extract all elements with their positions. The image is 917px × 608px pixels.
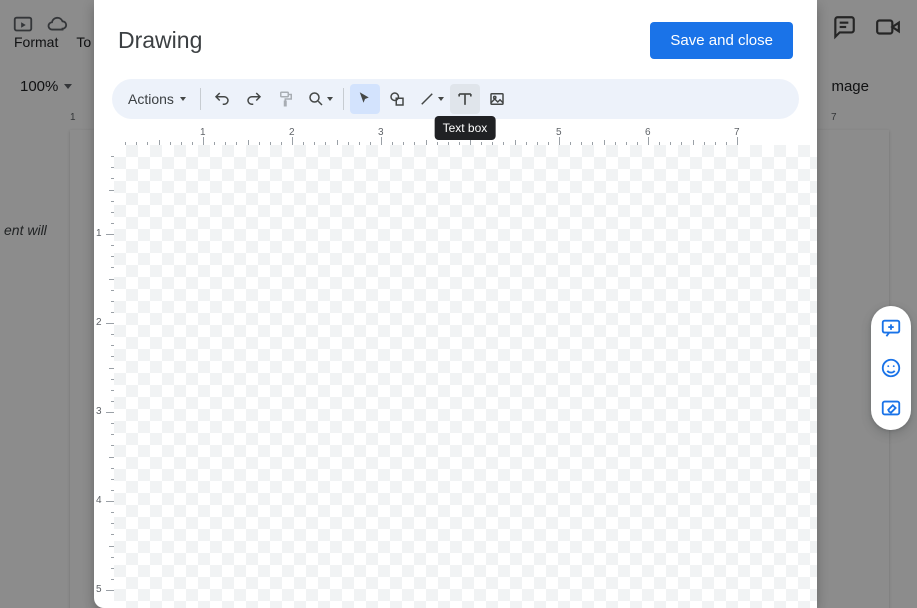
image-tool-button[interactable] [482, 84, 512, 114]
ruler-label: 7 [734, 127, 740, 138]
ruler-label: 2 [289, 127, 295, 138]
save-and-close-button[interactable]: Save and close [650, 22, 793, 59]
emoji-react-button[interactable] [877, 354, 905, 382]
modal-header: Drawing Save and close [94, 0, 817, 79]
ruler-label: 2 [96, 317, 102, 328]
caret-down-icon [327, 97, 333, 101]
zoom-dropdown[interactable]: 100% [12, 72, 80, 101]
caret-down-icon [64, 84, 72, 89]
zoom-tool-button[interactable] [303, 84, 337, 114]
line-tool-button[interactable] [414, 84, 448, 114]
toolbar-partial-text: mage [831, 78, 869, 95]
cloud-status-icon[interactable] [46, 14, 68, 36]
drawing-toolbar: Actions Text box [112, 79, 799, 119]
toolbar-separator [343, 88, 344, 110]
tooltip-text-box: Text box [435, 116, 496, 140]
ruler-label: 6 [645, 127, 651, 138]
add-comment-button[interactable] [877, 314, 905, 342]
drawing-canvas[interactable] [114, 145, 817, 608]
redo-button[interactable] [239, 84, 269, 114]
video-call-icon[interactable] [875, 14, 897, 36]
suggest-edits-button[interactable] [877, 394, 905, 422]
ruler-num: 1 [70, 112, 80, 123]
drawing-v-ruler[interactable]: 1 2 3 4 5 [94, 145, 114, 608]
side-rail [871, 306, 911, 430]
select-tool-button[interactable] [350, 84, 380, 114]
text-box-tool-button[interactable]: Text box [450, 84, 480, 114]
ruler-label: 3 [96, 406, 102, 417]
ruler-label: 3 [378, 127, 384, 138]
ruler-label: 1 [96, 228, 102, 239]
ruler-label: 5 [556, 127, 562, 138]
zoom-value: 100% [20, 78, 58, 95]
caret-down-icon [438, 97, 444, 101]
modal-title: Drawing [118, 27, 202, 54]
ruler-num: 7 [831, 112, 841, 123]
menu-format[interactable]: Format [14, 34, 58, 50]
toolbar-separator [200, 88, 201, 110]
paint-format-button[interactable] [271, 84, 301, 114]
undo-button[interactable] [207, 84, 237, 114]
drawing-modal: Drawing Save and close Actions [94, 0, 817, 608]
actions-menu-button[interactable]: Actions [120, 85, 194, 113]
shape-tool-button[interactable] [382, 84, 412, 114]
caret-down-icon [180, 97, 186, 101]
comment-history-icon[interactable] [831, 14, 853, 36]
doc-placeholder-partial: ent will [4, 222, 47, 238]
ruler-label: 1 [200, 127, 206, 138]
ruler-label: 5 [96, 584, 102, 595]
actions-label: Actions [128, 91, 174, 107]
menu-tools-partial[interactable]: To [76, 34, 91, 50]
drawing-canvas-area: 1 2 3 4 5 6 7 1 2 3 4 5 [94, 127, 817, 608]
play-presentation-icon[interactable] [12, 14, 34, 36]
ruler-label: 4 [96, 495, 102, 506]
